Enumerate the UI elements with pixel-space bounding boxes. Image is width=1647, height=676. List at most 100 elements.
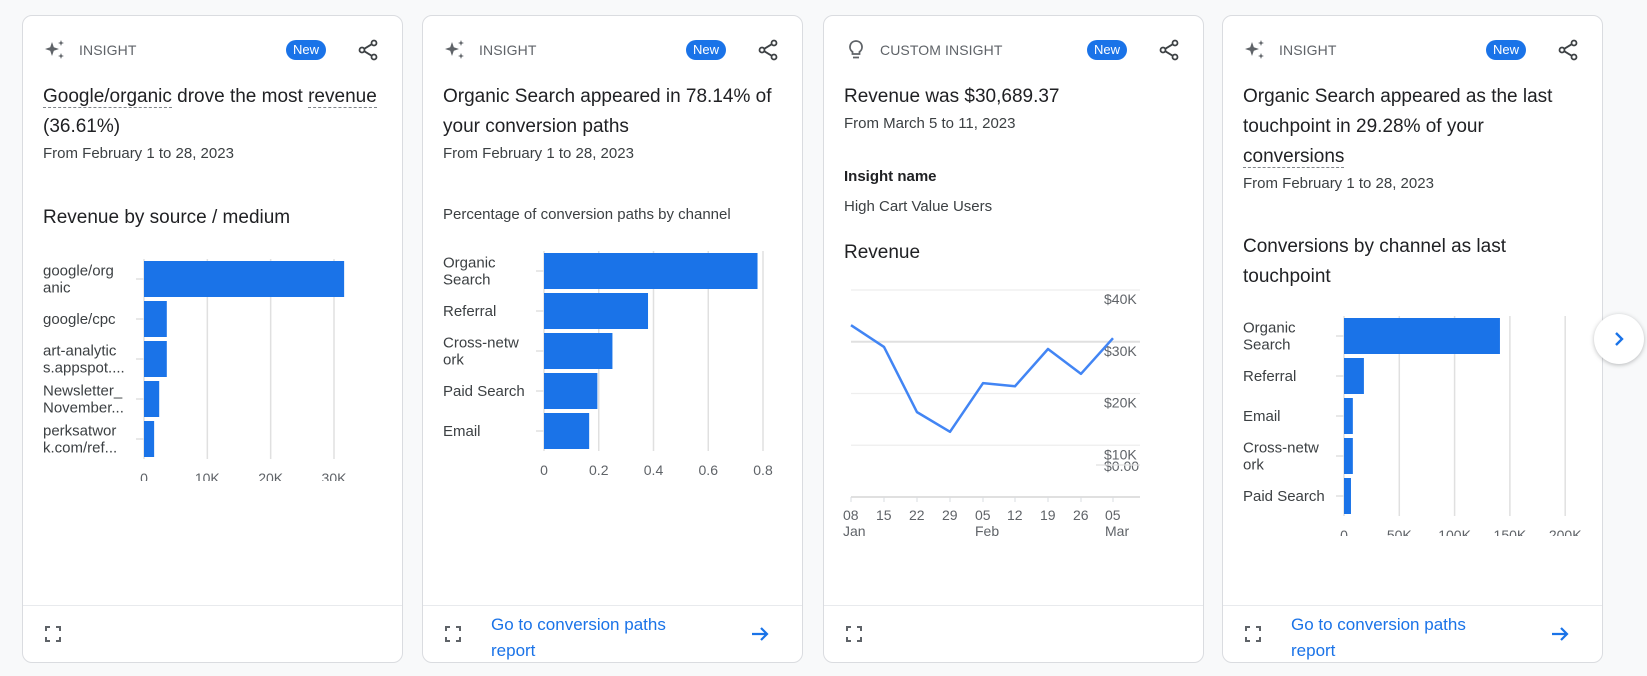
dimension-term[interactable]: Google/organic [43,86,172,108]
category-label: s.appspot.... [43,360,125,377]
next-cards-button[interactable] [1594,314,1644,364]
y-tick-label: $10K [1104,446,1137,462]
bar [144,341,167,377]
sparkle-icon [443,38,467,62]
category-label: November... [43,400,124,417]
x-tick-label: 50K [1387,527,1413,536]
new-badge: New [685,40,726,60]
insight-name-value: High Cart Value Users [844,198,993,215]
category-label: google/org [43,263,114,280]
conversion-paths-report-link[interactable]: Go to conversion paths report [491,612,711,662]
date-range: From March 5 to 11, 2023 [844,115,1016,132]
x-tick-label: 0.6 [699,462,719,476]
category-label: Email [443,423,481,440]
bar [544,373,598,409]
expand-icon[interactable] [443,624,463,644]
category-label: Referral [443,303,496,320]
x-tick-label: 15 [876,507,892,523]
y-tick-label: $20K [1104,395,1137,411]
share-icon[interactable] [356,38,380,62]
bar [144,381,160,417]
expand-icon[interactable] [844,624,864,644]
lightbulb-icon [844,38,868,62]
x-tick-label: 10K [195,470,221,481]
title-text: Revenue was $30,689.37 [844,86,1060,107]
category-label: Referral [1243,368,1296,385]
x-tick-label: 0.4 [644,462,664,476]
bar [1344,398,1353,434]
revenue-line-chart: $0.00$10K$20K$30K$40K08 15 22 29 05 12 19 26 05J… [843,289,1140,539]
metric-term[interactable]: revenue [308,86,377,108]
conversion-paths-chart: 0 0.2 0.4 0.6 0.8 OrganicSearch Referral Cross-… [443,251,773,476]
category-label: anic [43,280,71,297]
card-header: INSIGHT New [1243,36,1582,64]
bar [1344,358,1364,394]
category-label: ork [443,352,464,369]
sparkle-icon [43,38,67,62]
card-type-label: INSIGHT [79,42,137,58]
card-type-label: INSIGHT [1279,42,1337,58]
x-month-label: Mar [1105,523,1129,539]
x-tick-label: 0 [540,462,548,476]
card-type-label: INSIGHT [479,42,537,58]
chart-title: Conversions by channel as last touchpoin… [1243,236,1506,287]
card-type-label: CUSTOM INSIGHT [880,42,1003,58]
insight-title: Google/organic drove the most revenue (3… [43,82,378,166]
chart-title: Revenue [844,242,921,263]
y-tick-label: $30K [1104,343,1137,359]
title-text: Organic Search appeared in 78.14% of you… [443,86,772,137]
category-label: Newsletter_ [43,383,123,400]
arrow-right-icon[interactable] [748,622,772,646]
x-month-label: Feb [975,523,999,539]
bar [1344,478,1351,514]
share-icon[interactable] [1157,38,1181,62]
category-label: art-analytic [43,343,117,360]
bar [544,293,649,329]
bar [544,333,613,369]
insight-title: Organic Search appeared in 78.14% of you… [443,82,778,166]
x-tick-label: 0 [1340,527,1348,536]
bar [1344,438,1353,474]
bar [544,413,590,449]
card-footer: Go to conversion paths report [1223,605,1602,662]
x-month-label: Jan [843,523,866,539]
category-label: Email [1243,408,1281,425]
insight-title: Revenue was $30,689.37 From March 5 to 1… [844,82,1179,136]
category-label: perksatwor [43,423,116,440]
category-label: ork [1243,457,1264,474]
insight-card-3: CUSTOM INSIGHT New Revenue was $30,689.3… [823,15,1204,663]
x-tick-label: 200K [1549,527,1582,536]
arrow-right-icon[interactable] [1548,622,1572,646]
category-label: Organic [1243,320,1296,337]
y-tick-label: $40K [1104,291,1137,307]
x-tick-label: 100K [1438,527,1471,536]
revenue-by-source-chart: 0 10K 20K 30K google/organic google/cpc art-an… [43,259,348,481]
x-tick-label: 0 [140,470,148,481]
share-icon[interactable] [1556,38,1580,62]
x-tick-label: 20K [258,470,284,481]
x-tick-label: 0.2 [589,462,609,476]
metric-term[interactable]: conversions [1243,146,1345,168]
sparkle-icon [1243,38,1267,62]
x-tick-label: 05 [1105,507,1121,523]
category-label: k.com/ref... [43,440,117,457]
category-label: google/cpc [43,311,116,328]
x-tick-label: 05 [975,507,991,523]
x-tick-label: 30K [322,470,348,481]
title-text: Organic Search appeared as the last touc… [1243,86,1553,137]
chart-title: Revenue by source / medium [43,207,291,228]
date-range: From February 1 to 28, 2023 [443,145,634,162]
x-tick-label: 29 [942,507,958,523]
new-badge: New [1086,40,1127,60]
card-header: INSIGHT New [43,36,382,64]
expand-icon[interactable] [43,624,63,644]
share-icon[interactable] [756,38,780,62]
insight-name-label: Insight name [844,168,937,185]
insight-card-2: INSIGHT New Organic Search appeared in 7… [422,15,803,663]
bar [144,261,345,297]
date-range: From February 1 to 28, 2023 [43,145,234,162]
expand-icon[interactable] [1243,624,1263,644]
category-label: Cross-netw [443,335,519,352]
conversions-by-channel-chart: 0 50K 100K 150K 200K OrganicSearch Referral Ema… [1243,316,1582,536]
conversion-paths-report-link[interactable]: Go to conversion paths report [1291,612,1511,662]
